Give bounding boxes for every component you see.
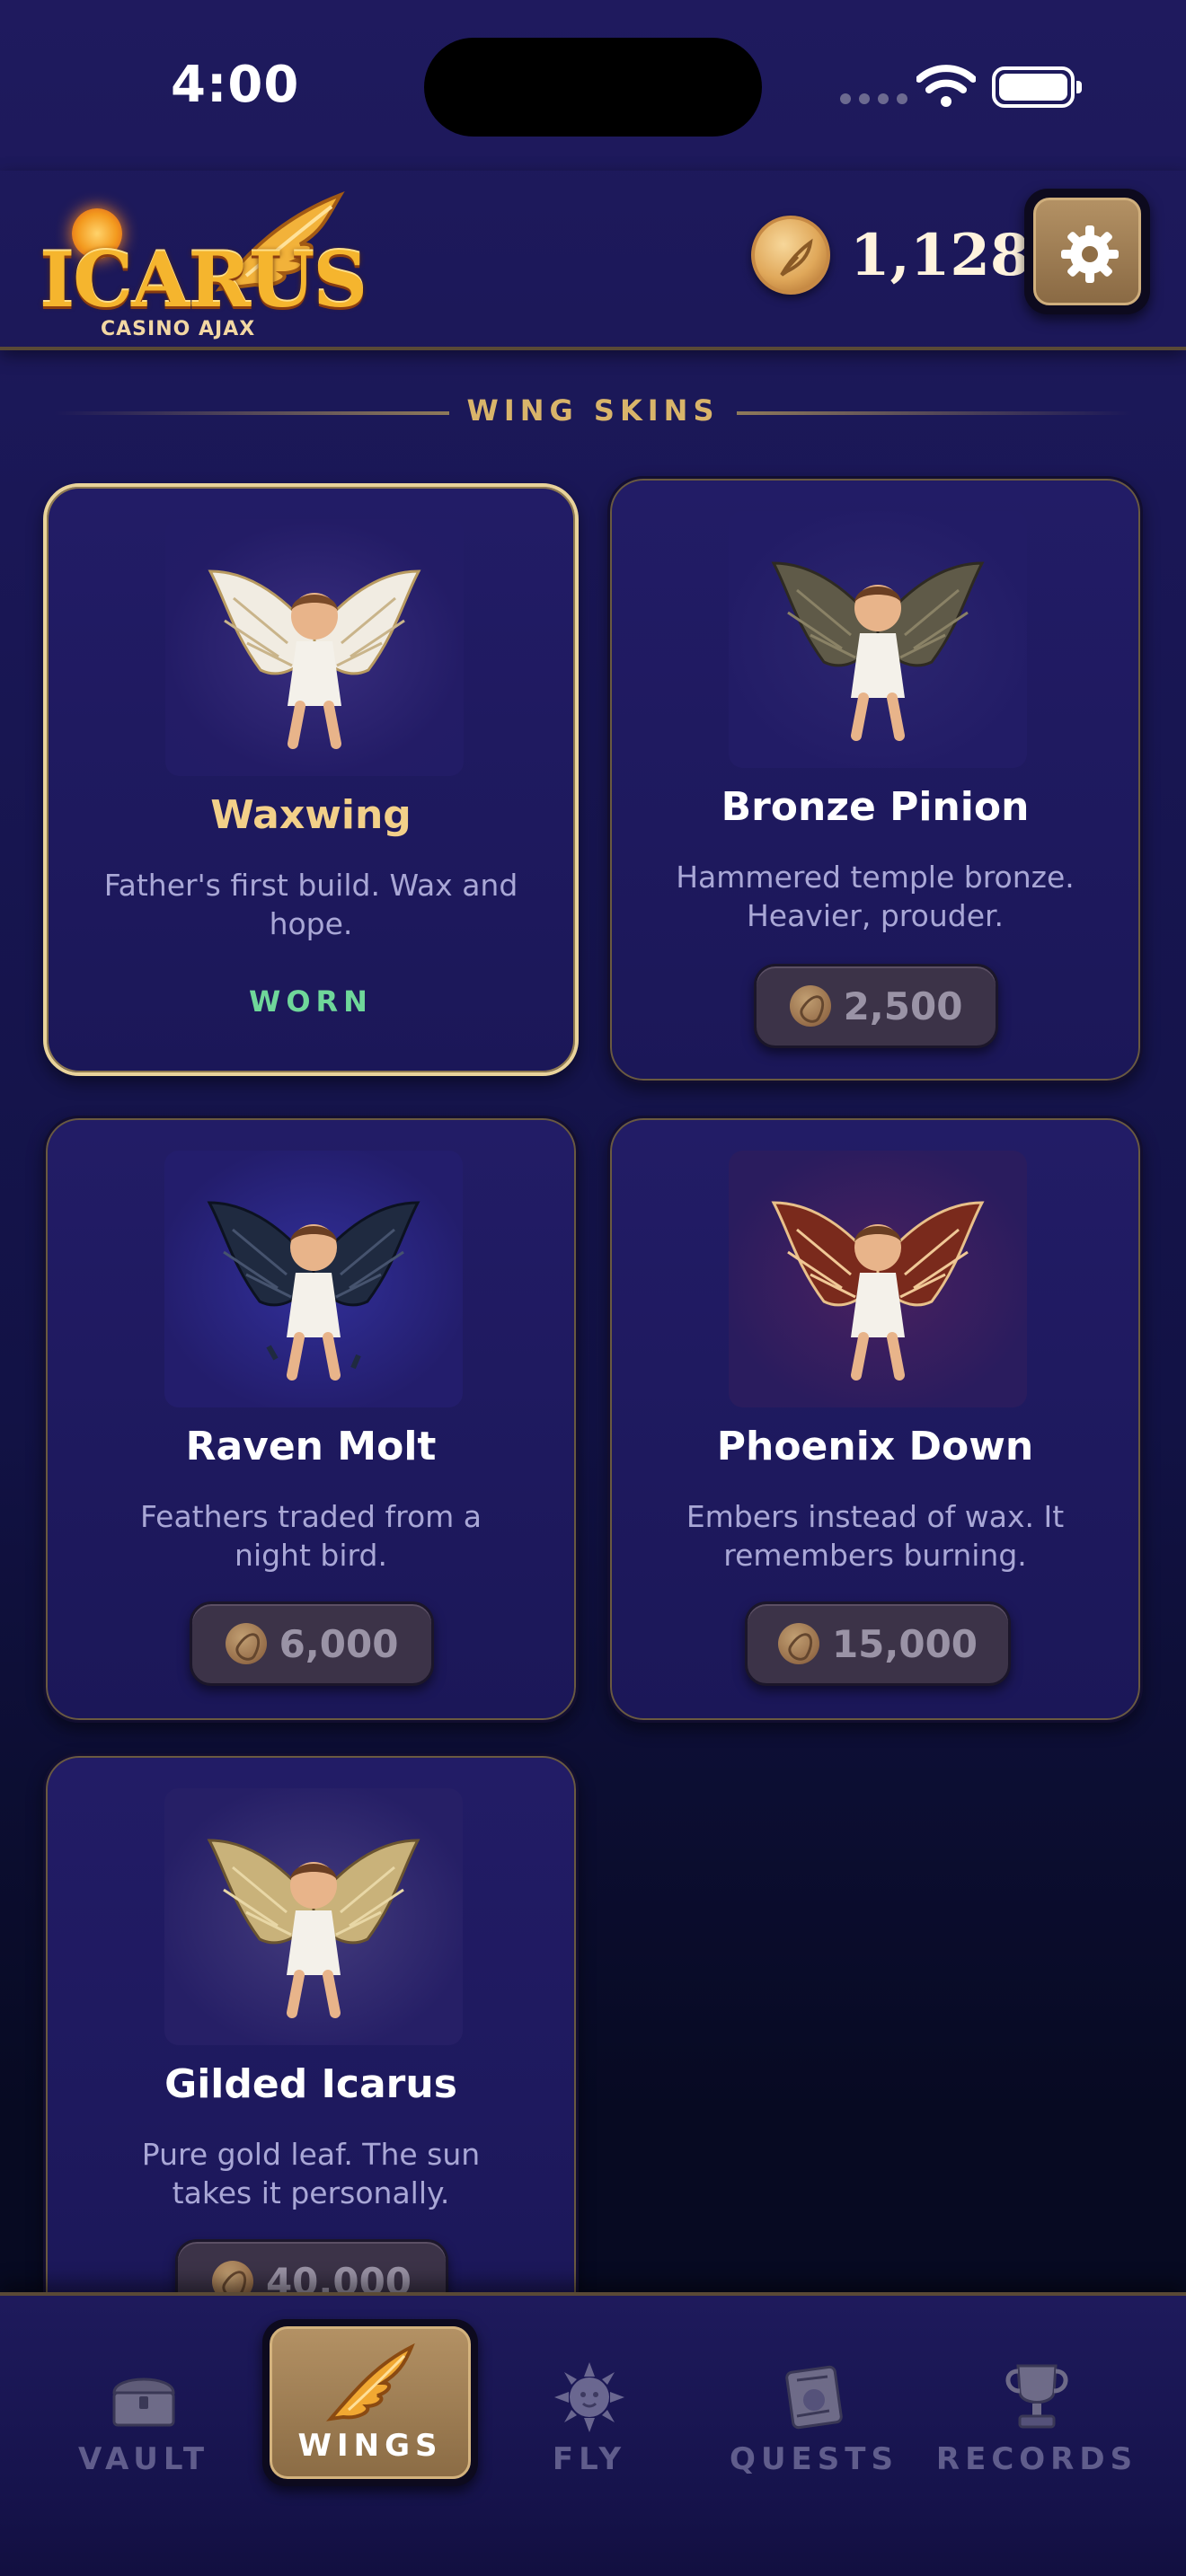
buy-button[interactable]: 2,500 bbox=[754, 964, 998, 1048]
section-title: WING SKINS bbox=[466, 393, 720, 428]
coin-balance: 1,128 bbox=[751, 216, 1030, 295]
skin-description: Hammered temple bronze. Heavier, prouder… bbox=[676, 860, 1075, 933]
nav-item-wings[interactable]: WINGS bbox=[262, 2319, 478, 2486]
skin-art bbox=[729, 511, 1027, 768]
nav-label: QUESTS bbox=[730, 2441, 898, 2477]
price-value: 6,000 bbox=[279, 1621, 399, 1666]
nav-item-records[interactable]: RECORDS bbox=[936, 2296, 1132, 2484]
battery-icon bbox=[992, 66, 1082, 108]
dynamic-island bbox=[424, 38, 762, 137]
skin-card-phoenix-down[interactable]: Phoenix Down Embers instead of wax. It r… bbox=[607, 1116, 1143, 1723]
status-bar: 4:00 bbox=[0, 0, 1186, 171]
skin-name: Gilded Icarus bbox=[164, 2061, 457, 2107]
skin-description: Pure gold leaf. The sun takes it persona… bbox=[141, 2137, 481, 2210]
price-value: 15,000 bbox=[831, 1621, 978, 1666]
wifi-icon bbox=[916, 65, 976, 107]
feather-coin-icon bbox=[751, 216, 830, 295]
sun-icon bbox=[554, 2362, 624, 2432]
skin-name: Bronze Pinion bbox=[721, 784, 1030, 830]
nav-label: VAULT bbox=[77, 2441, 210, 2477]
winged-icarus-gold-image bbox=[207, 1839, 420, 2018]
status-time: 4:00 bbox=[171, 56, 300, 114]
skin-name: Raven Molt bbox=[185, 1424, 437, 1469]
app-header: ICARUS CASINO AJAX 1,128 bbox=[0, 171, 1186, 350]
skin-name: Phoenix Down bbox=[716, 1424, 1034, 1469]
feather-coin-icon bbox=[777, 1623, 819, 1664]
winged-icarus-white-image bbox=[208, 569, 421, 749]
skin-card-gilded-icarus[interactable]: Gilded Icarus Pure gold leaf. The sun ta… bbox=[43, 1753, 579, 2360]
signal-icon bbox=[840, 93, 907, 104]
skin-art bbox=[164, 1151, 463, 1407]
nav-label: RECORDS bbox=[935, 2441, 1138, 2477]
price-value: 2,500 bbox=[843, 984, 963, 1028]
section-header: WING SKINS bbox=[0, 386, 1186, 440]
winged-icarus-phoenix-image bbox=[771, 1201, 985, 1381]
nav-item-fly[interactable]: FLY bbox=[500, 2296, 679, 2484]
gear-icon bbox=[1061, 225, 1119, 283]
worn-status: WORN bbox=[249, 984, 373, 1019]
skin-name: Waxwing bbox=[210, 792, 412, 838]
feather-coin-icon bbox=[789, 985, 831, 1027]
skin-art bbox=[165, 519, 464, 776]
divider-line bbox=[737, 411, 1132, 415]
bottom-nav: VAULT WINGS FLY QUESTS RECORDS bbox=[0, 2292, 1186, 2576]
nav-item-quests[interactable]: QUESTS bbox=[724, 2296, 904, 2484]
skin-card-raven-molt[interactable]: Raven Molt Feathers traded from a night … bbox=[43, 1116, 579, 1723]
winged-icarus-raven-image bbox=[207, 1201, 420, 1381]
treasure-chest-icon bbox=[112, 2378, 175, 2427]
wing-icon bbox=[326, 2343, 415, 2422]
settings-button[interactable] bbox=[1024, 189, 1150, 314]
buy-button[interactable]: 6,000 bbox=[190, 1601, 434, 1686]
skin-card-bronze-pinion[interactable]: Bronze Pinion Hammered temple bronze. He… bbox=[607, 476, 1143, 1083]
skin-description: Embers instead of wax. It remembers burn… bbox=[686, 1499, 1065, 1573]
buy-button[interactable]: 15,000 bbox=[745, 1601, 1011, 1686]
skin-description: Feathers traded from a night bird. bbox=[139, 1499, 482, 1573]
nav-item-vault[interactable]: VAULT bbox=[54, 2296, 234, 2484]
skin-card-waxwing[interactable]: Waxwing Father's first build. Wax and ho… bbox=[43, 483, 579, 1076]
trophy-icon bbox=[1005, 2364, 1068, 2429]
skin-description: Father's first build. Wax and hope. bbox=[103, 868, 518, 941]
nav-label: FLY bbox=[552, 2441, 627, 2477]
feather-coin-icon bbox=[225, 1623, 267, 1664]
coin-count: 1,128 bbox=[850, 221, 1031, 289]
winged-icarus-bronze-image bbox=[771, 561, 985, 741]
skin-art bbox=[164, 1788, 463, 2045]
logo-subtitle: CASINO AJAX bbox=[101, 318, 256, 340]
skin-art bbox=[729, 1151, 1027, 1407]
logo-text: ICARUS bbox=[40, 235, 367, 324]
scroll-icon bbox=[785, 2365, 843, 2430]
app-logo: ICARUS CASINO AJAX bbox=[40, 190, 367, 340]
nav-label: WINGS bbox=[297, 2428, 443, 2464]
